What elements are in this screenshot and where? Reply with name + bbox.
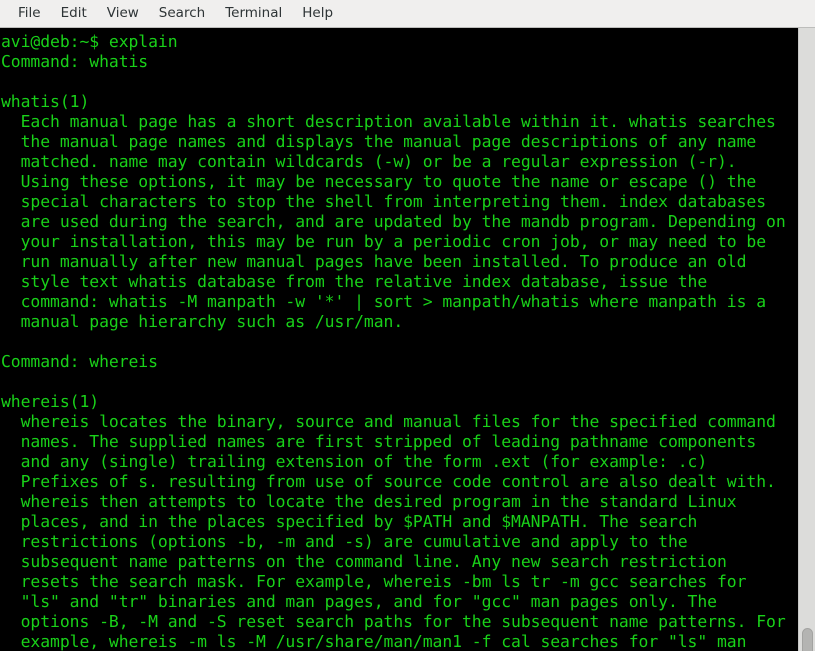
terminal-scrollbar[interactable]: [798, 28, 815, 651]
menu-terminal[interactable]: Terminal: [215, 4, 292, 24]
terminal-screen[interactable]: avi@deb:~$ explain Command: whatis whati…: [0, 28, 798, 651]
menu-help[interactable]: Help: [292, 4, 343, 24]
scrollbar-thumb[interactable]: [802, 628, 813, 651]
terminal-output: avi@deb:~$ explain Command: whatis whati…: [1, 32, 786, 651]
menu-view[interactable]: View: [97, 4, 149, 24]
menu-edit[interactable]: Edit: [51, 4, 97, 24]
menu-search[interactable]: Search: [149, 4, 215, 24]
terminal-window: File Edit View Search Terminal Help avi@…: [0, 0, 815, 651]
terminal-area[interactable]: avi@deb:~$ explain Command: whatis whati…: [0, 28, 815, 651]
menu-file[interactable]: File: [8, 4, 51, 24]
menu-bar: File Edit View Search Terminal Help: [0, 0, 815, 28]
